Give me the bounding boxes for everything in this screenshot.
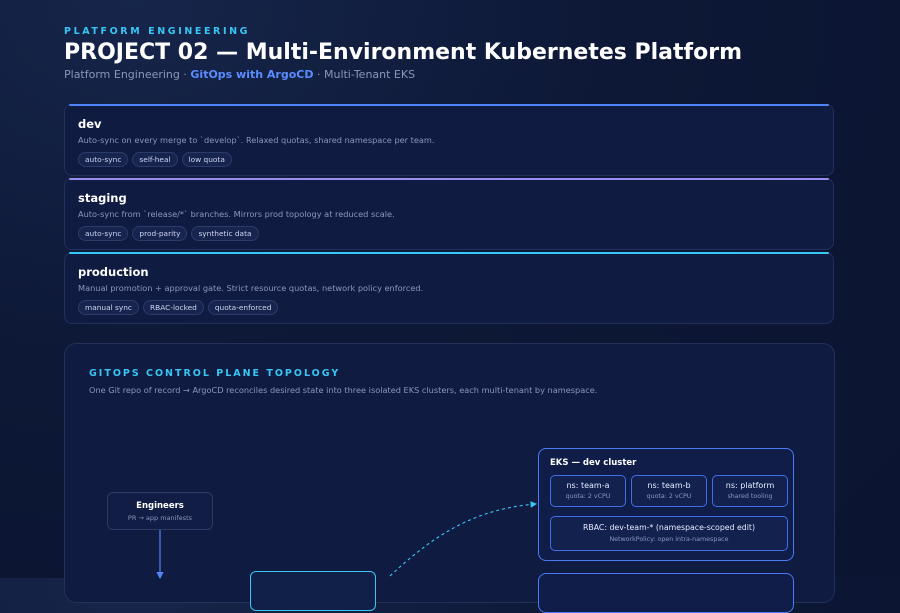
env-tags: auto-sync prod-parity synthetic data (78, 226, 259, 241)
page-subtitle: Platform Engineering · GitOps with ArgoC… (64, 68, 415, 81)
env-tags: manual sync RBAC-locked quota-enforced (78, 300, 279, 315)
subtitle-suffix: · Multi-Tenant EKS (316, 68, 416, 81)
tag: low quota (181, 152, 232, 167)
subtitle-prefix: Platform Engineering · (64, 68, 187, 81)
engineers-subtitle: PR → app manifests (127, 514, 193, 522)
env-tags: auto-sync self-heal low quota (78, 152, 232, 167)
engineers-title: Engineers (136, 501, 184, 511)
namespace-team-b: ns: team-b quota: 2 vCPU (631, 475, 707, 507)
namespace-team-a: ns: team-a quota: 2 vCPU (550, 475, 626, 507)
subtitle-highlight: GitOps with ArgoCD (190, 68, 314, 81)
dev-sync-connector (389, 501, 538, 577)
namespace-detail: shared tooling (727, 493, 773, 500)
tag: auto-sync (78, 226, 129, 241)
topology-panel: GITOPS CONTROL PLANE TOPOLOGY One Git re… (64, 343, 835, 613)
env-description: Auto-sync from `release/*` branches. Mir… (78, 209, 395, 219)
tag: manual sync (78, 300, 139, 315)
namespace-name: ns: platform (725, 481, 775, 490)
env-name: production (78, 265, 149, 279)
env-name: staging (78, 191, 127, 205)
eyebrow: PLATFORM ENGINEERING (64, 26, 251, 37)
env-description: Auto-sync on every merge to `develop`. R… (78, 135, 435, 145)
env-accent-bar (69, 252, 829, 254)
env-name: dev (78, 117, 102, 131)
rbac-detail: NetworkPolicy: open intra-namespace (609, 536, 729, 543)
next-cluster (538, 573, 794, 613)
rbac-title: RBAC: dev-team-* (namespace-scoped edit) (582, 523, 756, 532)
namespace-detail: quota: 2 vCPU (646, 493, 692, 500)
env-description: Manual promotion + approval gate. Strict… (78, 283, 424, 293)
env-card-staging: staging Auto-sync from `release/*` branc… (64, 178, 834, 250)
namespace-name: ns: team-a (566, 481, 610, 490)
namespace-name: ns: team-b (647, 481, 691, 490)
argocd-node (250, 571, 376, 611)
namespace-detail: quota: 2 vCPU (565, 493, 611, 500)
page-title: PROJECT 02 — Multi-Environment Kubernete… (64, 40, 742, 65)
tag: quota-enforced (207, 300, 279, 315)
namespace-platform: ns: platform shared tooling (712, 475, 788, 507)
env-accent-bar (69, 104, 829, 106)
dev-cluster: EKS — dev cluster ns: team-a quota: 2 vC… (538, 448, 794, 561)
env-accent-bar (69, 178, 829, 180)
tag: prod-parity (132, 226, 188, 241)
cluster-title: EKS — dev cluster (550, 458, 637, 468)
tag: auto-sync (78, 152, 129, 167)
engineers-node: Engineers PR → app manifests (107, 492, 213, 530)
tag: RBAC-locked (143, 300, 204, 315)
tag: self-heal (132, 152, 178, 167)
env-card-dev: dev Auto-sync on every merge to `develop… (64, 104, 834, 176)
rbac-box: RBAC: dev-team-* (namespace-scoped edit)… (550, 516, 788, 551)
env-card-production: production Manual promotion + approval g… (64, 252, 834, 324)
tag: synthetic data (191, 226, 259, 241)
